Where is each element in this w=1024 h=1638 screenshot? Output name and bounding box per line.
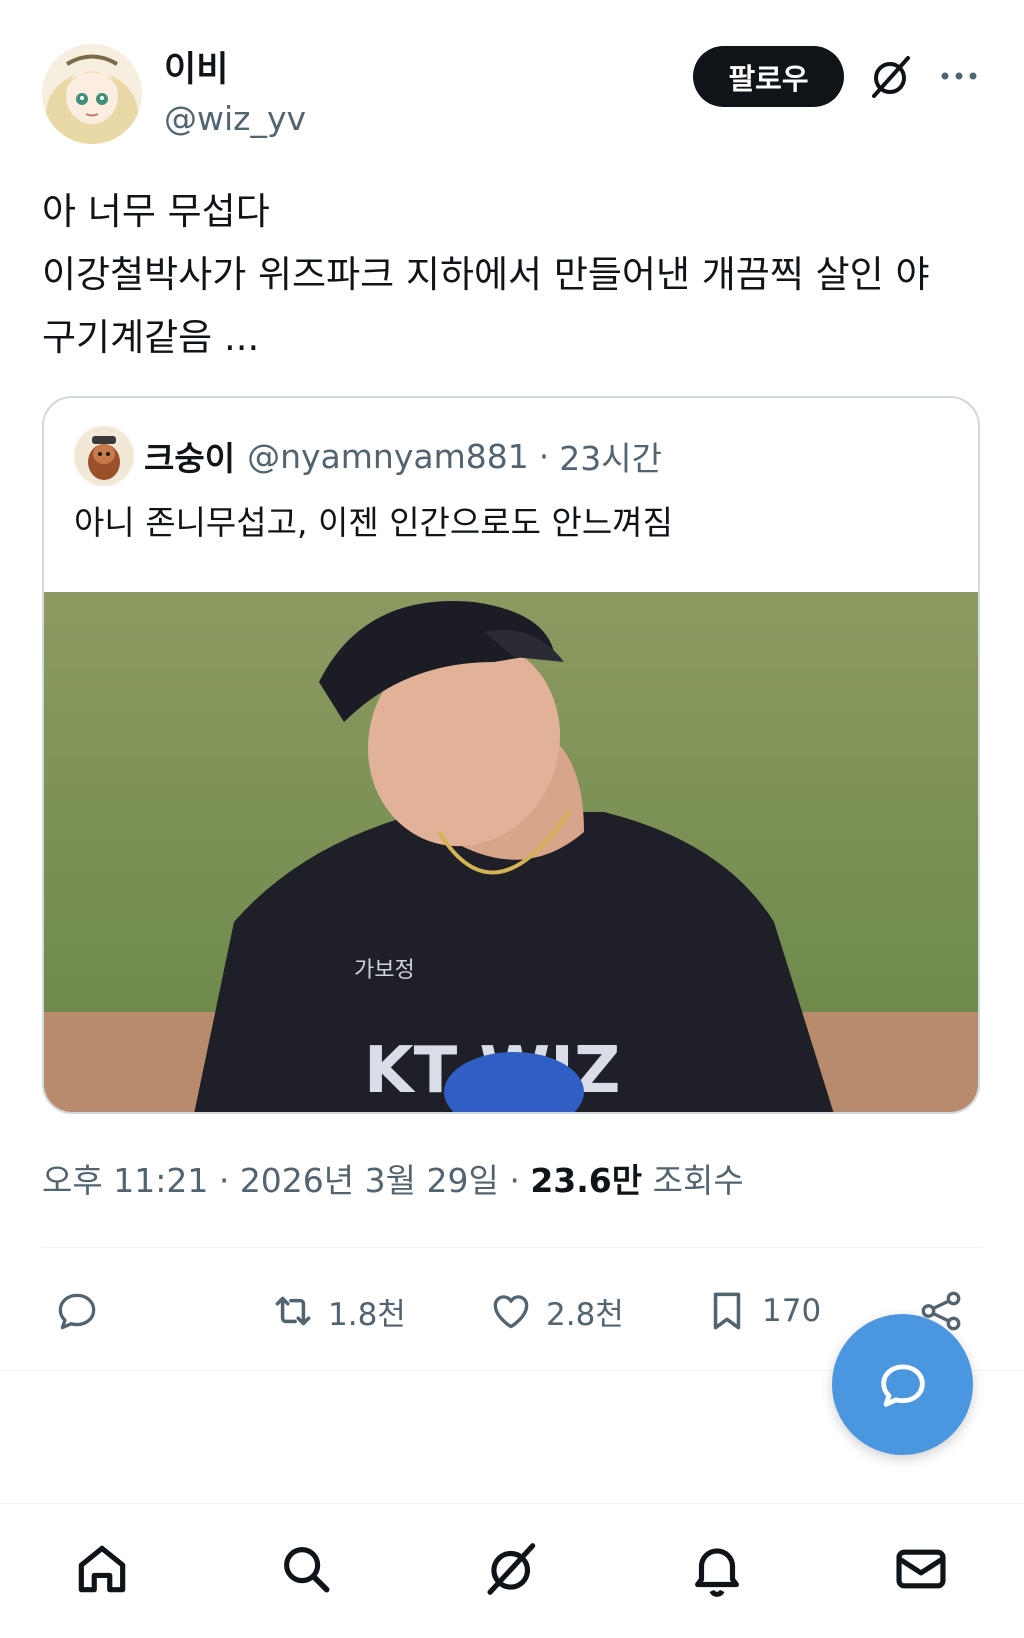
retweet-count: 1.8천 xyxy=(328,1296,406,1333)
follow-button[interactable]: 팔로우 xyxy=(693,46,844,107)
retweet-button[interactable]: 1.8천 xyxy=(268,1283,406,1339)
quote-author-name[interactable]: 크숭이 xyxy=(144,432,235,480)
notifications-icon xyxy=(695,1548,739,1597)
quote-header: 크숭이 @nyamnyam881 · 23시간 xyxy=(144,432,662,480)
quote-timestamp[interactable]: 23시간 xyxy=(559,432,662,480)
quote-media-image[interactable]: 가보정 KT WIZ xyxy=(44,592,978,1112)
like-button[interactable]: 2.8천 xyxy=(486,1283,624,1339)
separator-dot: · xyxy=(509,1161,520,1200)
search-icon xyxy=(284,1547,330,1593)
more-horizontal-icon[interactable] xyxy=(938,58,984,94)
quote-text: 아니 존니무섭고, 이젠 인간으로도 안느껴짐 xyxy=(74,503,673,542)
compose-reply-icon xyxy=(880,1363,925,1407)
separator-dot: · xyxy=(538,436,550,476)
quote-tweet-card[interactable]: 크숭이 @nyamnyam881 · 23시간 아니 존니무섭고, 이젠 인간으… xyxy=(42,396,980,1114)
tweet-text: 아 너무 무섭다 이강철박사가 위즈파크 지하에서 만들어낸 개끔찍 살인 야 … xyxy=(42,180,987,369)
author-display-name[interactable]: 이비 xyxy=(164,48,228,92)
bookmark-icon xyxy=(713,1292,741,1330)
quote-author-handle[interactable]: @nyamnyam881 xyxy=(247,437,529,476)
grok-icon[interactable] xyxy=(868,54,914,100)
separator-dot: · xyxy=(218,1161,230,1200)
reply-button[interactable] xyxy=(52,1283,102,1339)
messages-icon xyxy=(896,1549,946,1589)
divider xyxy=(42,1247,982,1248)
reply-bubble-icon xyxy=(58,1293,96,1330)
compose-reply-button[interactable] xyxy=(832,1314,973,1455)
grok-icon xyxy=(487,1543,536,1595)
nav-messages[interactable] xyxy=(886,1534,956,1604)
tweet-meta: 오후 11:21 · 2026년 3월 29일 · 23.6만 조회수 xyxy=(42,1158,744,1204)
nav-search[interactable] xyxy=(271,1534,341,1604)
nav-home[interactable] xyxy=(67,1534,137,1604)
author-handle[interactable]: @wiz_yv xyxy=(164,98,306,140)
svg-text:가보정: 가보정 xyxy=(354,958,415,983)
bookmark-count: 170 xyxy=(762,1293,822,1329)
tweet-text-line: 이강철박사가 위즈파크 지하에서 만들어낸 개끔찍 살인 야 xyxy=(42,253,930,296)
quote-author-avatar[interactable] xyxy=(74,426,134,486)
bottom-navigation xyxy=(0,1504,1024,1638)
tweet-date[interactable]: 2026년 3월 29일 xyxy=(240,1161,499,1200)
views-label: 조회수 xyxy=(652,1161,744,1200)
retweet-icon xyxy=(275,1296,311,1326)
nav-notifications[interactable] xyxy=(682,1534,752,1604)
heart-icon xyxy=(493,1295,529,1329)
tweet-text-line: 아 너무 무섭다 xyxy=(42,190,270,233)
bookmark-button[interactable]: 170 xyxy=(702,1283,821,1339)
like-count: 2.8천 xyxy=(546,1296,624,1333)
tweet-time[interactable]: 오후 11:21 xyxy=(42,1161,208,1200)
views-count: 23.6만 xyxy=(530,1161,643,1200)
author-avatar[interactable] xyxy=(42,44,142,144)
home-icon xyxy=(78,1545,126,1593)
nav-grok[interactable] xyxy=(477,1534,547,1604)
tweet-text-line: 구기계같음 ... xyxy=(42,316,260,359)
